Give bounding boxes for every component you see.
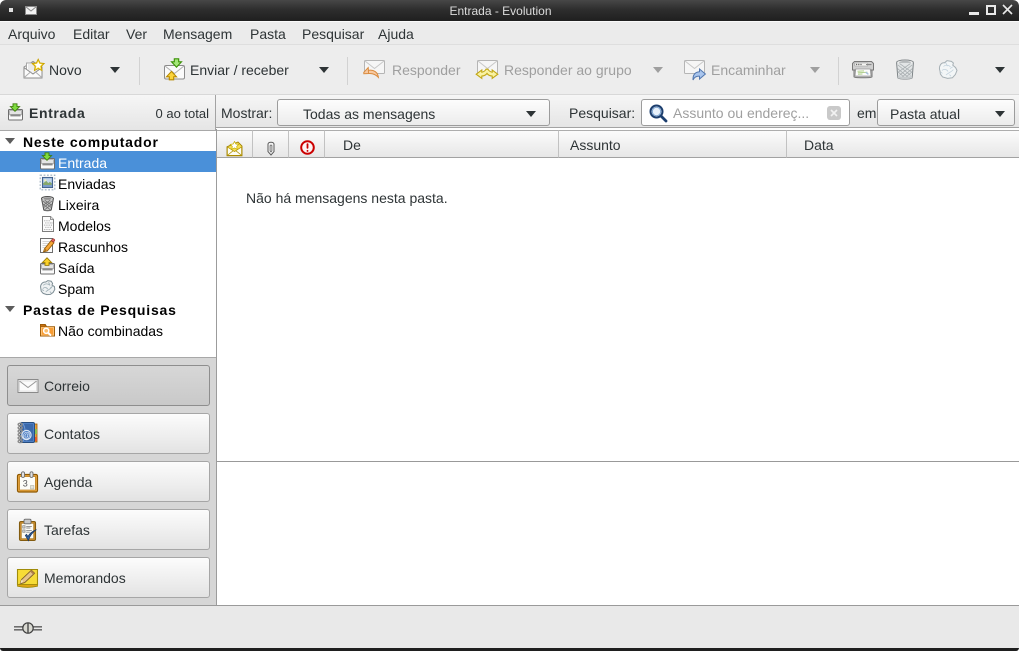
svg-text:3: 3 <box>23 478 28 488</box>
svg-text:@: @ <box>22 431 30 440</box>
